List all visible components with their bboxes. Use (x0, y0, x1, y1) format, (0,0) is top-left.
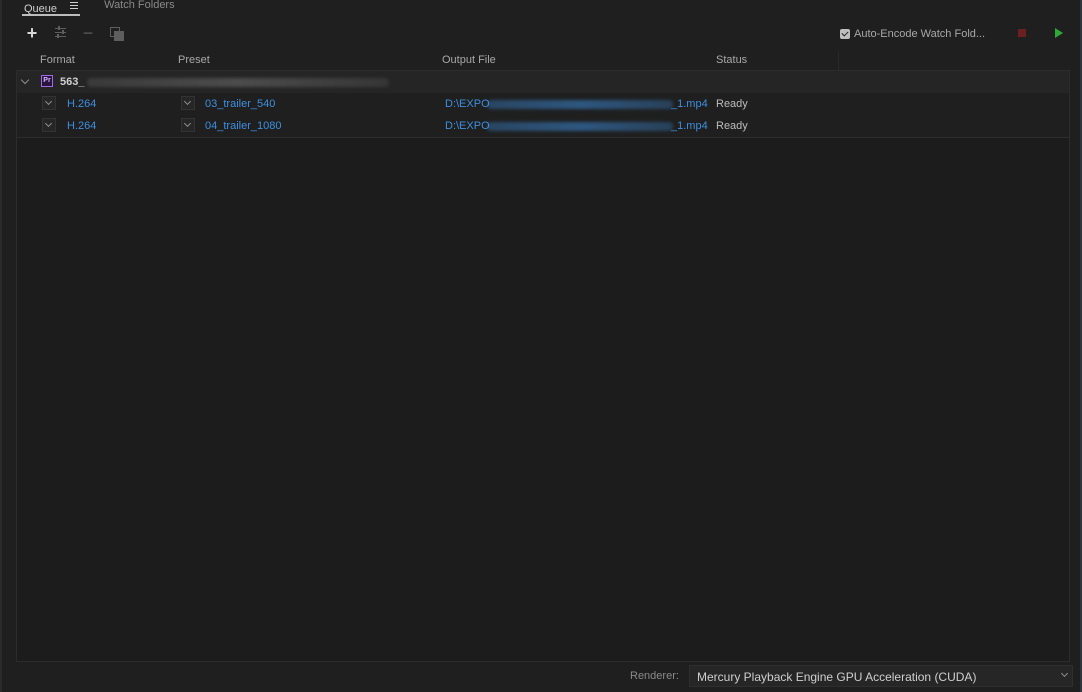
premiere-pro-icon: Pr (41, 75, 53, 87)
column-header-status[interactable]: Status (716, 54, 747, 66)
queue-settings-icon[interactable] (50, 22, 70, 44)
stop-queue-button[interactable] (1018, 29, 1026, 37)
auto-encode-checkbox[interactable] (840, 29, 850, 39)
remove-button[interactable]: − (78, 22, 98, 44)
column-header-preset[interactable]: Preset (178, 54, 210, 66)
auto-encode-label: Auto-Encode Watch Fold... (854, 28, 986, 40)
renderer-value: Mercury Playback Engine GPU Acceleration… (697, 670, 977, 684)
add-source-button[interactable]: + (22, 22, 42, 44)
renderer-label: Renderer: (630, 670, 679, 682)
auto-encode-watch-folders-toggle[interactable]: Auto-Encode Watch Fold... (840, 27, 985, 41)
output-file-link-suffix[interactable]: _1.mp4 (671, 120, 708, 132)
format-link[interactable]: H.264 (67, 120, 96, 132)
tab-watch-folders[interactable]: Watch Folders (102, 0, 177, 14)
panel-tabs: Queue Watch Folders (2, 0, 1080, 16)
chevron-down-icon[interactable] (20, 75, 30, 85)
redacted-filename (87, 78, 389, 87)
queue-item-row[interactable]: H.264 04_trailer_1080 D:\EXPO _1.mp4 Rea… (17, 115, 1069, 138)
preset-link[interactable]: 04_trailer_1080 (205, 120, 281, 132)
tab-queue[interactable]: Queue (22, 0, 81, 16)
queue-list[interactable]: Pr 563_ H.264 03_trailer_540 D:\EXPO _1.… (16, 70, 1070, 662)
chevron-down-icon (183, 97, 192, 106)
format-dropdown[interactable] (42, 118, 56, 132)
tab-queue-label: Queue (24, 3, 58, 15)
chevron-down-icon (44, 119, 53, 128)
panel-menu-icon[interactable] (70, 0, 79, 11)
output-file-link-suffix[interactable]: _1.mp4 (671, 98, 708, 110)
redacted-output-path (487, 100, 673, 109)
output-file-link-prefix[interactable]: D:\EXPO (445, 98, 490, 110)
preset-dropdown[interactable] (181, 96, 195, 110)
duplicate-icon[interactable] (106, 22, 126, 44)
queue-footer: Renderer: Mercury Playback Engine GPU Ac… (16, 662, 1073, 690)
tab-watch-folders-label: Watch Folders (104, 0, 175, 11)
preset-dropdown[interactable] (181, 118, 195, 132)
column-header-output-file[interactable]: Output File (442, 54, 496, 66)
status-text: Ready (716, 98, 748, 110)
format-dropdown[interactable] (42, 96, 56, 110)
renderer-select[interactable]: Mercury Playback Engine GPU Acceleration… (689, 665, 1073, 687)
chevron-down-icon (183, 119, 192, 128)
column-header-format[interactable]: Format (40, 54, 75, 66)
queue-item-row[interactable]: H.264 03_trailer_540 D:\EXPO _1.mp4 Read… (17, 93, 1069, 116)
media-encoder-queue-window: Queue Watch Folders + − Auto-Encode Watc… (0, 0, 1082, 692)
start-queue-button[interactable] (1055, 28, 1063, 38)
preset-link[interactable]: 03_trailer_540 (205, 98, 275, 110)
queue-group-row[interactable]: Pr 563_ (17, 71, 1069, 93)
queue-table-header: Format Preset Output File Status (16, 52, 1066, 70)
chevron-down-icon (1060, 669, 1069, 678)
chevron-down-icon (44, 97, 53, 106)
format-link[interactable]: H.264 (67, 98, 96, 110)
redacted-output-path (487, 122, 673, 131)
status-text: Ready (716, 120, 748, 132)
output-file-link-prefix[interactable]: D:\EXPO (445, 120, 490, 132)
queue-group-title: 563_ (60, 76, 85, 88)
